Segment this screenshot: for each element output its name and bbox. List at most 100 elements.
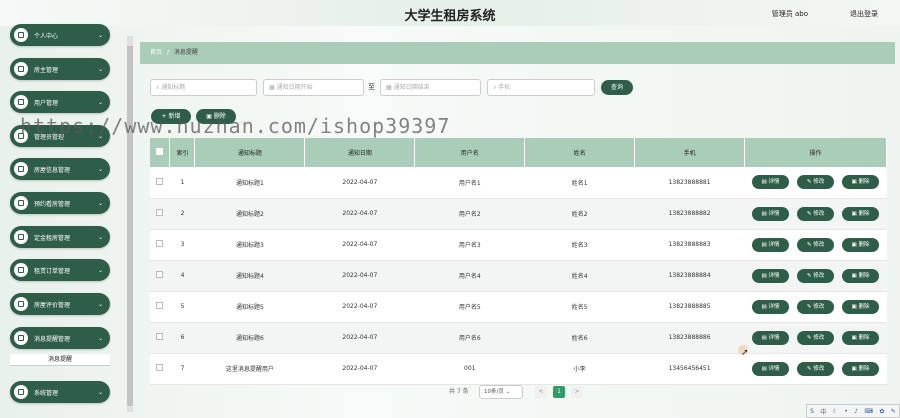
prev-page-button[interactable]: < — [535, 386, 547, 398]
page-1-button[interactable]: 1 — [553, 386, 565, 398]
cell-username: 用户名5 — [414, 291, 525, 323]
sidebar-item-owner[interactable]: 房主管理 ⌄ — [10, 58, 110, 80]
edit-button[interactable]: ✎ 修改 — [797, 175, 835, 190]
row-select[interactable] — [150, 353, 170, 385]
sidebar-item-personal[interactable]: 个人中心 ⌄ — [10, 24, 110, 46]
select-all-header[interactable] — [150, 138, 171, 167]
edit-button[interactable]: ✎ 修改 — [797, 206, 835, 221]
delete-button[interactable]: ▣ 删除 — [842, 237, 880, 252]
edit-button[interactable]: ✎ 修改 — [797, 299, 835, 314]
chevron-down-icon: ⌄ — [97, 31, 103, 39]
sidebar-item-message[interactable]: 消息提醒管理 ⌄ — [10, 327, 110, 349]
scrollbar[interactable] — [127, 36, 133, 412]
ime-moon-icon[interactable]: ☾ — [833, 408, 838, 415]
sidebar-item-house-review[interactable]: 房屋评价管理 ⌄ — [10, 293, 110, 315]
sidebar-item-user[interactable]: 用户管理 ⌄ — [10, 91, 110, 113]
col-username[interactable]: 用户名 — [414, 138, 526, 167]
date-start-input[interactable]: ▦ 通知日期开始 — [263, 79, 364, 96]
cell-title: 通知标题1 — [194, 167, 305, 199]
table-row[interactable]: 6 通知标题6 2022-04-07 用户名6 姓名6 13823888886 ▤ 详情 ✎ … — [150, 322, 887, 354]
delete-button[interactable]: ▣ 删除 — [842, 299, 880, 314]
ime-toolbar[interactable]: S 中 ☾ • ♪ ⌨ ✿ ✎ — [806, 404, 900, 418]
cell-date: 2022-04-07 — [304, 291, 415, 323]
edit-button[interactable]: ✎ 修改 — [797, 268, 835, 283]
total-count: 共 7 条 — [449, 388, 469, 395]
ime-shirt-icon[interactable]: ✿ — [879, 408, 884, 415]
phone-search-input[interactable]: ⌕ 手机 — [487, 79, 595, 96]
cell-phone: 13823888886 — [634, 322, 745, 354]
row-checkbox[interactable] — [156, 209, 164, 216]
row-select[interactable] — [150, 198, 170, 230]
edit-button[interactable]: ✎ 修改 — [797, 330, 835, 345]
ime-tool-icon[interactable]: ✎ — [891, 408, 896, 415]
cell-username: 用户名2 — [414, 198, 525, 230]
sidebar-item-house-info[interactable]: 房屋信息管理 ⌄ — [10, 158, 110, 180]
ime-dot-icon[interactable]: • — [844, 408, 848, 415]
row-select[interactable] — [150, 167, 170, 199]
detail-button[interactable]: ▤ 详情 — [752, 330, 790, 345]
detail-button[interactable]: ▤ 详情 — [752, 361, 790, 376]
col-date[interactable]: 通知日期 — [304, 138, 416, 167]
sidebar-item-rental-order[interactable]: 租赁订单管理 ⌄ — [10, 259, 110, 281]
detail-button[interactable]: ▤ 详情 — [752, 175, 790, 190]
cell-username: 用户名6 — [414, 322, 525, 354]
sidebar-item-deposit-rent[interactable]: 定金租房管理 ⌄ — [10, 226, 110, 248]
detail-button[interactable]: ▤ 详情 — [752, 237, 790, 252]
title-search-input[interactable]: ⌕ 通知标题 — [150, 79, 257, 96]
detail-button[interactable]: ▤ 详情 — [752, 299, 790, 314]
table-row[interactable]: 7 这里消息提醒用户 2022-04-07 001 小李 13456456451 ▤ 详情 ✎… — [150, 353, 887, 385]
ime-s-icon[interactable]: S — [810, 408, 814, 415]
table-row[interactable]: 4 通知标题4 2022-04-07 用户名4 姓名4 13823888884 ▤ 详情 ✎ … — [150, 260, 887, 292]
sidebar-subitem-message[interactable]: 消息提醒 — [10, 354, 110, 366]
row-checkbox[interactable] — [156, 302, 164, 309]
date-end-input[interactable]: ▦ 通知日期结束 — [380, 79, 481, 96]
delete-button[interactable]: ▣ 删除 — [842, 206, 880, 221]
table-row[interactable]: 2 通知标题2 2022-04-07 用户名2 姓名2 13823888882 ▤ 详情 ✎ … — [150, 198, 887, 230]
cell-name: 姓名1 — [524, 167, 635, 199]
row-select[interactable] — [150, 291, 170, 323]
row-select[interactable] — [150, 229, 170, 261]
delete-button[interactable]: ▣ 删除 — [842, 268, 880, 283]
delete-button[interactable]: ▣ 删除 — [842, 330, 880, 345]
logout-link[interactable]: 退出登录 — [850, 9, 878, 19]
select-all-checkbox[interactable] — [156, 148, 164, 155]
cell-actions: ▤ 详情 ✎ 修改 ▣ 删除 — [744, 291, 887, 323]
scrollbar-thumb[interactable] — [127, 46, 133, 406]
table-row[interactable]: 5 通知标题5 2022-04-07 用户名5 姓名5 13823888885 ▤ 详情 ✎ … — [150, 291, 887, 323]
sidebar-item-system[interactable]: 系统管理 ⌄ — [10, 381, 110, 403]
detail-button[interactable]: ▤ 详情 — [752, 206, 790, 221]
cell-index: 2 — [169, 198, 195, 230]
cell-date: 2022-04-07 — [304, 198, 415, 230]
row-checkbox[interactable] — [156, 177, 164, 185]
row-select[interactable] — [150, 260, 170, 292]
sidebar-item-viewing-booking[interactable]: 预约看房管理 ⌄ — [10, 192, 110, 214]
page-size-select[interactable]: 10条/页 ⌄ — [479, 385, 523, 399]
cell-actions: ▤ 详情 ✎ 修改 ▣ 删除 — [744, 229, 887, 261]
table-header-row: 索引 通知标题 通知日期 用户名 姓名 手机 操作 — [150, 138, 887, 167]
cell-index: 4 — [169, 260, 195, 292]
delete-button[interactable]: ▣ 删除 — [842, 361, 880, 376]
query-button[interactable]: 查询 — [601, 80, 633, 95]
cell-username: 用户名4 — [414, 260, 525, 292]
breadcrumb-home[interactable]: 首页 — [150, 49, 162, 56]
row-checkbox[interactable] — [156, 364, 164, 371]
ime-lang-icon[interactable]: 中 — [820, 407, 826, 416]
row-select[interactable] — [150, 322, 170, 354]
row-checkbox[interactable] — [156, 240, 164, 247]
row-checkbox[interactable] — [156, 333, 164, 340]
chevron-down-icon: ⌄ — [97, 266, 103, 274]
table-row[interactable]: 1 通知标题1 2022-04-07 用户名1 姓名1 13823888881 ▤ 详情 ✎ … — [150, 167, 887, 199]
next-page-button[interactable]: > — [571, 386, 583, 398]
col-title[interactable]: 通知标题 — [194, 138, 306, 167]
cell-name: 姓名3 — [524, 229, 635, 261]
col-name[interactable]: 姓名 — [524, 138, 636, 167]
edit-button[interactable]: ✎ 修改 — [797, 237, 835, 252]
col-phone[interactable]: 手机 — [634, 138, 746, 167]
delete-button[interactable]: ▣ 删除 — [842, 175, 880, 190]
detail-button[interactable]: ▤ 详情 — [752, 268, 790, 283]
ime-mic-icon[interactable]: ♪ — [854, 408, 858, 415]
row-checkbox[interactable] — [156, 271, 164, 278]
edit-button[interactable]: ✎ 修改 — [797, 361, 835, 376]
table-row[interactable]: 3 通知标题3 2022-04-07 用户名3 姓名3 13823888883 ▤ 详情 ✎ … — [150, 229, 887, 261]
ime-keyboard-icon[interactable]: ⌨ — [864, 408, 873, 415]
